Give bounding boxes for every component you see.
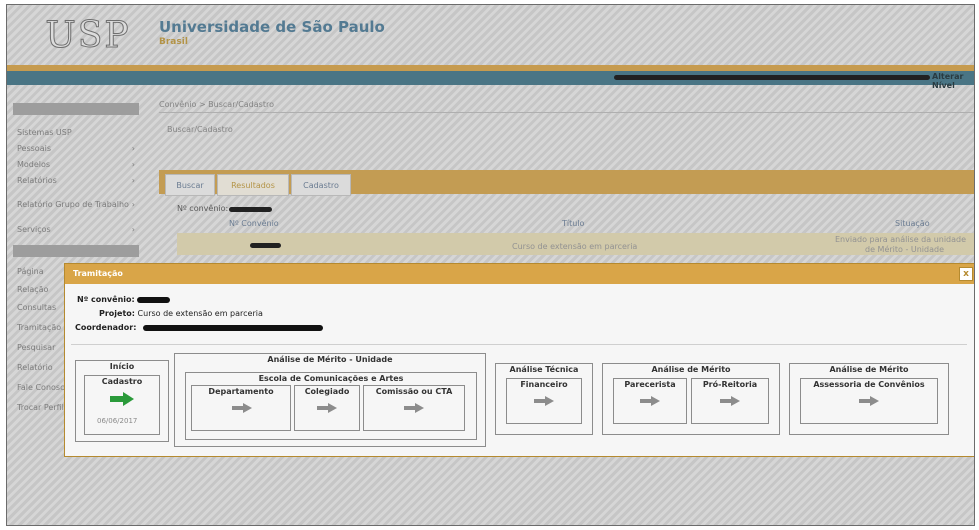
gray-arrow-icon (232, 403, 252, 413)
redacted-coordenador (143, 325, 323, 331)
step-cadastro-title: Cadastro (99, 377, 145, 386)
stage-inicio: Início Cadastro 06/06/2017 (75, 360, 169, 442)
stage-merito-3: Análise de Mérito Assessoria de Convênio… (789, 363, 949, 435)
dialog-header: Tramitação x (65, 264, 974, 284)
step-cadastro[interactable]: Cadastro 06/06/2017 (84, 375, 160, 435)
step-assessoria-title: Assessoria de Convênios (811, 380, 927, 389)
step-comissao-title: Comissão ou CTA (373, 387, 455, 396)
projeto-row: Projeto: Curso de extensão em parceria (99, 309, 263, 318)
stage-merito-unidade: Análise de Mérito - Unidade Escola de Co… (174, 353, 486, 447)
projeto-value: Curso de extensão em parceria (137, 309, 263, 318)
green-arrow-icon (110, 392, 134, 406)
gray-arrow-icon (859, 396, 879, 406)
step-pro-reitoria[interactable]: Pró-Reitoria (691, 378, 769, 424)
step-departamento-title: Departamento (206, 387, 276, 396)
step-parecerista-title: Parecerista (622, 380, 678, 389)
projeto-label: Projeto: (99, 309, 135, 318)
coordenador-label: Coordenador: (75, 323, 137, 332)
coordenador-row: Coordenador: (75, 323, 136, 332)
tramitacao-dialog: Tramitação x Nº convênio: Projeto: Curso… (64, 263, 974, 457)
nconv-label-text: Nº convênio: (77, 295, 135, 304)
step-colegiado-title: Colegiado (302, 387, 352, 396)
gray-arrow-icon (404, 403, 424, 413)
step-financeiro[interactable]: Financeiro (506, 378, 582, 424)
browser-frame: USP Universidade de São Paulo Brasil Alt… (6, 4, 975, 526)
step-departamento[interactable]: Departamento (191, 385, 291, 431)
gray-arrow-icon (317, 403, 337, 413)
gray-arrow-icon (640, 396, 660, 406)
gray-arrow-icon (720, 396, 740, 406)
group-escola: Escola de Comunicações e Artes Departame… (185, 372, 477, 440)
stage-merito-unidade-title: Análise de Mérito - Unidade (265, 355, 395, 364)
step-assessoria[interactable]: Assessoria de Convênios (800, 378, 938, 424)
redacted-nconv (137, 297, 170, 303)
dialog-divider (71, 344, 967, 345)
stage-merito-2: Análise de Mérito Parecerista Pró-Reitor… (602, 363, 780, 435)
step-financeiro-title: Financeiro (518, 380, 570, 389)
dialog-title: Tramitação (73, 269, 123, 278)
close-icon[interactable]: x (959, 267, 973, 281)
stage-tecnica: Análise Técnica Financeiro (495, 363, 593, 435)
gray-arrow-icon (534, 396, 554, 406)
step-colegiado[interactable]: Colegiado (294, 385, 360, 431)
step-parecerista[interactable]: Parecerista (613, 378, 687, 424)
nconv-label: Nº convênio: (77, 295, 135, 304)
cadastro-date: 06/06/2017 (97, 417, 138, 425)
step-pro-reitoria-title: Pró-Reitoria (700, 380, 760, 389)
step-comissao[interactable]: Comissão ou CTA (363, 385, 465, 431)
